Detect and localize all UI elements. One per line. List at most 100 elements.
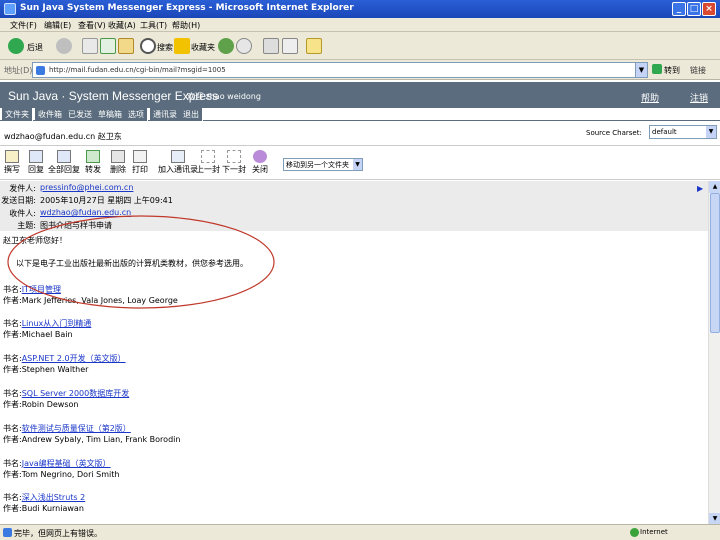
menu-help[interactable]: 帮助(H) xyxy=(172,20,200,31)
book-author-label: 作者: xyxy=(3,400,22,409)
charset-value: default xyxy=(652,128,677,136)
history-icon[interactable] xyxy=(236,38,252,54)
menu-bar: 文件(F) 编辑(E) 查看(V) 收藏(A) 工具(T) 帮助(H) xyxy=(0,18,720,32)
book-author-label: 作者: xyxy=(3,470,22,479)
search-button-label[interactable]: 搜索 xyxy=(157,42,173,53)
links-label[interactable]: 链接 xyxy=(690,65,706,76)
stop-icon[interactable] xyxy=(82,38,98,54)
charset-dropdown-icon[interactable]: ▼ xyxy=(706,126,716,138)
book-title-link[interactable]: SQL Server 2000数据库开发 xyxy=(22,389,130,398)
book-title-label: 书名: xyxy=(3,354,22,363)
delete-button[interactable]: 删除 xyxy=(110,150,126,175)
book-title-link[interactable]: 软件测试与质量保证（第2版） xyxy=(22,424,131,433)
from-address[interactable]: pressinfo@phei.com.cn xyxy=(40,183,133,192)
annotation-ellipse xyxy=(7,215,275,309)
sent-date: 2005年10月27日 星期四 上午09:41 xyxy=(40,196,173,205)
previous-message-button[interactable]: 上一封 xyxy=(196,150,220,175)
page-error-icon[interactable] xyxy=(3,528,12,537)
compose-button[interactable]: 撰写 xyxy=(4,150,20,175)
expand-headers-icon[interactable]: ▶ xyxy=(697,184,703,193)
account-email: wdzhao@fudan.edu.cn 赵卫东 xyxy=(4,132,122,141)
messenger-icon[interactable] xyxy=(306,38,322,54)
folder-tabs: 文件夹 收件箱 已发送 草稿箱 选项 通讯录 退出 xyxy=(0,108,720,121)
maximize-button[interactable]: □ xyxy=(687,2,701,16)
book-title-link[interactable]: Java编程基础（英文版） xyxy=(22,459,111,468)
vertical-scrollbar[interactable]: ▲ ▼ xyxy=(708,181,720,525)
favorites-button-label[interactable]: 收藏夹 xyxy=(191,42,215,53)
refresh-icon[interactable] xyxy=(100,38,116,54)
close-label: 关闭 xyxy=(252,165,268,174)
back-button-label[interactable]: 后退 xyxy=(27,42,43,53)
window-title-bar: Sun Java System Messenger Express - Micr… xyxy=(0,0,720,18)
address-url[interactable]: http://mail.fudan.edu.cn/cgi-bin/mail?ms… xyxy=(49,66,226,74)
menu-favorites[interactable]: 收藏(A) xyxy=(108,20,136,31)
address-input[interactable]: http://mail.fudan.edu.cn/cgi-bin/mail?ms… xyxy=(32,62,648,78)
mail-icon[interactable] xyxy=(263,38,279,54)
reply-button[interactable]: 回复 xyxy=(28,150,44,175)
search-icon[interactable] xyxy=(140,38,156,54)
home-icon[interactable] xyxy=(118,38,134,54)
menu-file[interactable]: 文件(F) xyxy=(10,20,37,31)
print-browser-icon[interactable] xyxy=(282,38,298,54)
app-user: 欢迎 zhao weidong xyxy=(187,92,261,101)
close-window-button[interactable]: × xyxy=(702,2,716,16)
browser-toolbar: 后退 搜索 收藏夹 xyxy=(0,32,720,60)
list-item: 书名:SQL Server 2000数据库开发 作者:Robin Dewson xyxy=(3,388,129,410)
tab-drafts[interactable]: 草稿箱 xyxy=(95,108,126,121)
back-icon[interactable] xyxy=(8,38,24,54)
scroll-up-icon[interactable]: ▲ xyxy=(709,181,720,193)
book-title-link[interactable]: Linux从入门到精通 xyxy=(22,319,92,328)
window-title: Sun Java System Messenger Express - Micr… xyxy=(20,3,354,13)
close-message-button[interactable]: 关闭 xyxy=(252,150,268,175)
message-action-bar: 撰写 回复 全部回复 转发 删除 打印 加入通讯录 上一封 下一封 关闭 移动到… xyxy=(0,148,720,180)
print-button[interactable]: 打印 xyxy=(132,150,148,175)
add-sender-label: 加入通讯录 xyxy=(158,165,198,174)
compose-label: 撰写 xyxy=(4,165,20,174)
scroll-thumb[interactable] xyxy=(710,193,720,333)
forward-icon[interactable] xyxy=(56,38,72,54)
book-title-label: 书名: xyxy=(3,319,22,328)
go-arrow-icon[interactable] xyxy=(652,64,662,74)
move-to-folder-select[interactable]: 移动到另一个文件夹 ▼ xyxy=(283,158,363,171)
page-favicon-icon xyxy=(36,66,45,75)
go-button[interactable]: 转到 xyxy=(664,65,680,76)
charset-label: Source Charset: xyxy=(586,129,642,137)
forward-button[interactable]: 转发 xyxy=(85,150,101,175)
book-title-link[interactable]: 深入浅出Struts 2 xyxy=(22,493,86,502)
tab-address-book[interactable]: 通讯录 xyxy=(150,108,181,121)
address-dropdown-icon[interactable]: ▼ xyxy=(635,63,647,77)
book-title-link[interactable]: ASP.NET 2.0开发（英文版） xyxy=(22,354,126,363)
charset-select[interactable]: default ▼ xyxy=(649,125,717,139)
add-to-address-book-button[interactable]: 加入通讯录 xyxy=(158,150,198,175)
favorites-star-icon[interactable] xyxy=(174,38,190,54)
status-bar: 完毕，但网页上有错误。 Internet xyxy=(0,524,720,540)
menu-edit[interactable]: 编辑(E) xyxy=(44,20,71,31)
media-icon[interactable] xyxy=(218,38,234,54)
book-title-label: 书名: xyxy=(3,389,22,398)
book-title-label: 书名: xyxy=(3,424,22,433)
book-author: Tom Negrino, Dori Smith xyxy=(21,470,120,479)
tab-logout[interactable]: 退出 xyxy=(180,108,203,121)
minimize-button[interactable]: _ xyxy=(672,2,686,16)
next-label: 下一封 xyxy=(222,165,246,174)
list-item: 书名:Java编程基础（英文版） 作者:Tom Negrino, Dori Sm… xyxy=(3,458,119,480)
book-author-label: 作者: xyxy=(3,365,22,374)
menu-view[interactable]: 查看(V) xyxy=(78,20,106,31)
menu-tools[interactable]: 工具(T) xyxy=(140,20,167,31)
reply-all-button[interactable]: 全部回复 xyxy=(48,150,80,175)
reply-icon xyxy=(29,150,43,163)
folder-dropdown-icon[interactable]: ▼ xyxy=(353,159,362,170)
book-author: Michael Bain xyxy=(21,330,73,339)
book-author-label: 作者: xyxy=(3,330,22,339)
tab-sent[interactable]: 已发送 xyxy=(65,108,96,121)
logout-link[interactable]: 注销 xyxy=(690,91,708,104)
tab-folders[interactable]: 文件夹 xyxy=(2,108,33,121)
tab-options[interactable]: 选项 xyxy=(125,108,148,121)
forward-label: 转发 xyxy=(85,165,101,174)
help-link[interactable]: 帮助 xyxy=(641,91,659,104)
next-message-button[interactable]: 下一封 xyxy=(222,150,246,175)
reply-label: 回复 xyxy=(28,165,44,174)
book-author: Stephen Walther xyxy=(21,365,89,374)
book-author: Andrew Sybaly, Tim Lian, Frank Borodin xyxy=(21,435,181,444)
tab-inbox[interactable]: 收件箱 xyxy=(35,108,66,121)
